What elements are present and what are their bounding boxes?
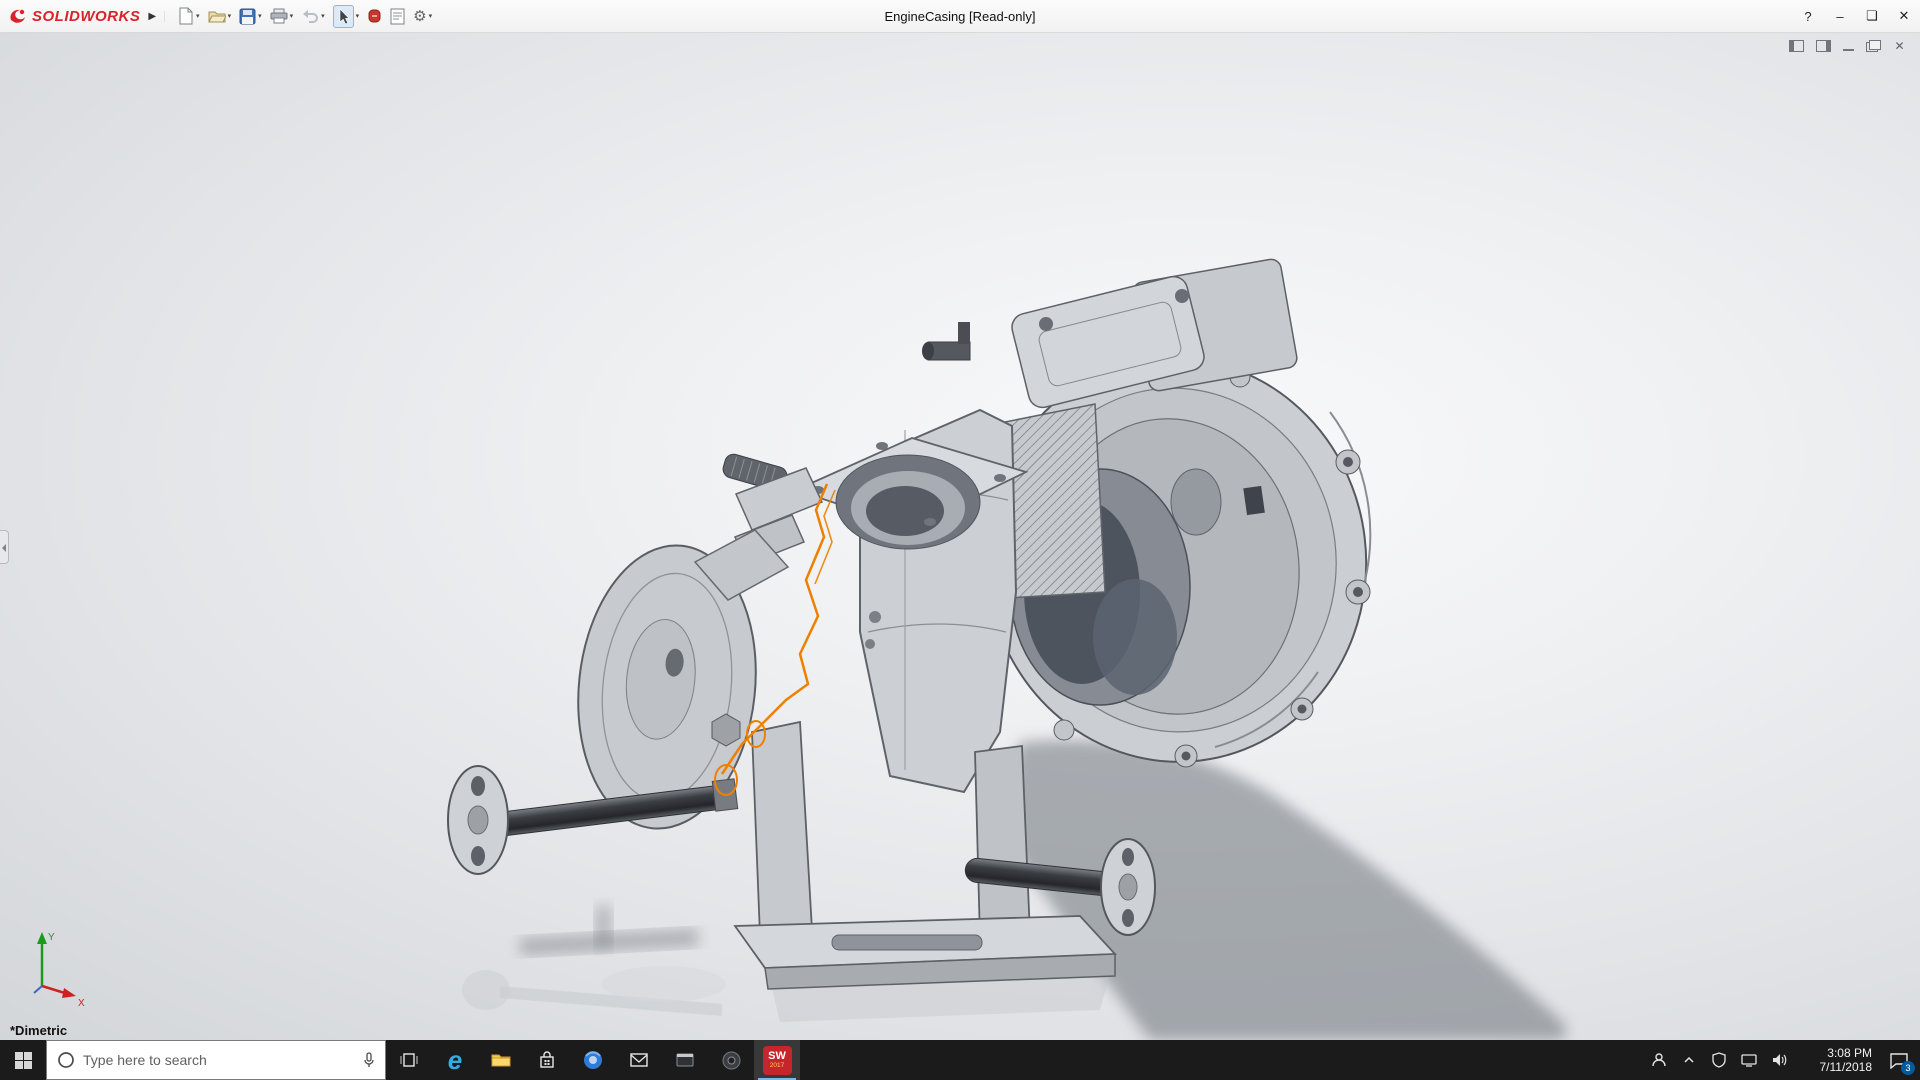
edge-button[interactable]: e — [432, 1040, 478, 1080]
new-document-button[interactable]: ▾ — [175, 4, 203, 28]
folder-icon — [491, 1052, 511, 1068]
dock-pane-right-icon[interactable] — [1816, 40, 1831, 52]
network-icon — [1741, 1053, 1757, 1067]
file-properties-icon — [390, 8, 405, 25]
chevron-up-icon — [1683, 1055, 1695, 1065]
standard-toolbar: ▾ ▾ ▾ ▾ — [165, 0, 435, 32]
dropdown-arrow[interactable]: ▾ — [228, 12, 232, 20]
save-floppy-icon — [239, 8, 256, 25]
terminal-button[interactable] — [662, 1040, 708, 1080]
system-tray: 3:08 PM 7/11/2018 3 — [1644, 1040, 1920, 1080]
terminal-window-icon — [676, 1052, 694, 1068]
solidworks-logo: SOLIDWORKS — [0, 7, 146, 25]
clock-date: 7/11/2018 — [1820, 1060, 1873, 1074]
engine-casing-model[interactable] — [0, 32, 1920, 1040]
rebuild-icon — [367, 8, 382, 24]
volume-button[interactable] — [1764, 1040, 1794, 1080]
round-app-icon — [583, 1050, 603, 1070]
save-button[interactable]: ▾ — [236, 5, 265, 28]
toolbar-flyout-arrow[interactable]: ▶ — [146, 11, 165, 22]
media-app-icon — [722, 1051, 741, 1070]
window-controls: ? – ❏ ✕ — [1792, 0, 1920, 32]
store-bag-icon — [539, 1051, 555, 1069]
rebuild-button[interactable] — [364, 5, 385, 27]
network-button[interactable] — [1734, 1040, 1764, 1080]
minimize-button[interactable]: – — [1824, 0, 1856, 32]
file-properties-button[interactable] — [387, 5, 408, 28]
open-folder-icon — [208, 8, 226, 24]
triad-y-label: Y — [48, 932, 55, 943]
notification-badge: 3 — [1901, 1061, 1915, 1075]
people-button[interactable] — [1644, 1040, 1674, 1080]
task-view-icon — [399, 1052, 419, 1068]
solidworks-app-button[interactable]: SW 2017 — [754, 1040, 800, 1080]
solidworks-app-icon: SW 2017 — [763, 1046, 792, 1075]
speaker-icon — [1771, 1053, 1787, 1067]
dropdown-arrow[interactable]: ▾ — [290, 12, 294, 20]
open-button[interactable]: ▾ — [205, 5, 235, 27]
document-restore-icon[interactable] — [1866, 40, 1881, 52]
reference-triad: Y X — [12, 924, 92, 1010]
action-center-button[interactable]: 3 — [1878, 1040, 1920, 1080]
start-button[interactable] — [0, 1040, 46, 1080]
taskbar-clock[interactable]: 3:08 PM 7/11/2018 — [1794, 1040, 1878, 1080]
document-close-icon[interactable]: ✕ — [1893, 40, 1906, 52]
taskbar: e — [0, 1040, 1920, 1080]
media-app-button[interactable] — [708, 1040, 754, 1080]
document-minimize-icon[interactable] — [1843, 40, 1854, 52]
dropdown-arrow[interactable]: ▾ — [429, 12, 433, 20]
edge-icon: e — [448, 1047, 462, 1073]
triad-x-label: X — [78, 998, 85, 1009]
mail-envelope-icon — [630, 1053, 648, 1067]
new-document-icon — [178, 7, 194, 25]
dock-pane-left-icon[interactable] — [1789, 40, 1804, 52]
graphics-viewport[interactable]: Y X *Dimetric — [0, 32, 1920, 1040]
gear-icon: ⚙ — [413, 9, 426, 24]
microphone-icon[interactable] — [363, 1052, 375, 1069]
cortana-circle-icon — [57, 1051, 75, 1069]
dropdown-arrow[interactable]: ▾ — [196, 12, 200, 20]
select-tool-button[interactable]: ▾ — [330, 2, 363, 31]
dropdown-arrow[interactable]: ▾ — [321, 12, 325, 20]
document-window-controls: ✕ — [1789, 40, 1906, 52]
active-tool-highlight — [333, 5, 354, 28]
store-button[interactable] — [524, 1040, 570, 1080]
print-icon — [270, 8, 288, 24]
taskbar-search[interactable] — [46, 1040, 386, 1080]
brand-text: SOLIDWORKS — [32, 8, 140, 25]
clock-time: 3:08 PM — [1827, 1046, 1872, 1060]
print-button[interactable]: ▾ — [267, 5, 297, 27]
help-button[interactable]: ? — [1792, 0, 1824, 32]
round-browser-button[interactable] — [570, 1040, 616, 1080]
windows-logo-icon — [15, 1052, 32, 1069]
undo-button[interactable]: ▾ — [298, 6, 328, 27]
people-icon — [1651, 1052, 1667, 1068]
hidden-icons-button[interactable] — [1674, 1040, 1704, 1080]
undo-icon — [301, 9, 319, 24]
maximize-button[interactable]: ❏ — [1856, 0, 1888, 32]
view-orientation-label: *Dimetric — [10, 1023, 67, 1038]
search-input[interactable] — [83, 1052, 355, 1068]
dropdown-arrow[interactable]: ▾ — [356, 12, 360, 20]
dropdown-arrow[interactable]: ▾ — [258, 12, 262, 20]
defender-button[interactable] — [1704, 1040, 1734, 1080]
ds-logo-icon — [8, 7, 28, 25]
titlebar: SOLIDWORKS ▶ ▾ ▾ ▾ — [0, 0, 1920, 33]
mail-button[interactable] — [616, 1040, 662, 1080]
close-button[interactable]: ✕ — [1888, 0, 1920, 32]
shield-icon — [1712, 1052, 1726, 1068]
file-explorer-button[interactable] — [478, 1040, 524, 1080]
select-cursor-icon — [336, 8, 351, 25]
task-view-button[interactable] — [386, 1040, 432, 1080]
options-button[interactable]: ⚙ ▾ — [410, 6, 435, 27]
panel-collapse-tab[interactable] — [0, 530, 9, 564]
